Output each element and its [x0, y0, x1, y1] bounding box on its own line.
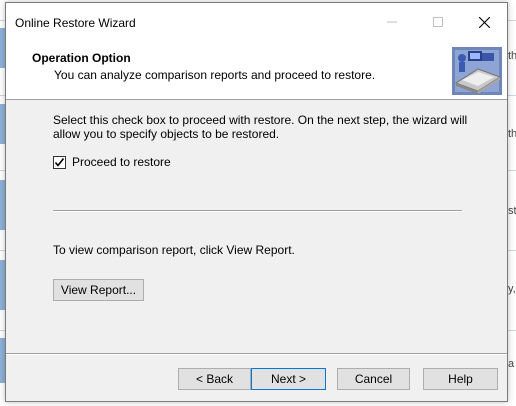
wizard-restore-icon	[452, 47, 502, 95]
online-restore-wizard-dialog: Online Restore Wizard Operation Option Y…	[5, 2, 508, 402]
window-title: Online Restore Wizard	[15, 16, 136, 30]
maximize-icon	[433, 17, 443, 27]
close-button[interactable]	[461, 3, 507, 41]
background-text: y,	[508, 283, 516, 295]
minimize-button[interactable]	[369, 3, 415, 41]
page-title: Operation Option	[32, 51, 131, 65]
proceed-to-restore-checkbox[interactable]	[53, 155, 66, 169]
section-divider	[53, 210, 462, 212]
close-icon	[478, 16, 490, 28]
maximize-button[interactable]	[415, 3, 461, 41]
cancel-button[interactable]: Cancel	[337, 368, 410, 390]
checkmark-icon	[54, 157, 65, 167]
background-text: th	[508, 50, 516, 62]
help-button[interactable]: Help	[423, 368, 498, 390]
footer-divider	[6, 353, 507, 355]
back-button[interactable]: < Back	[178, 368, 251, 390]
background-text: a	[508, 358, 515, 370]
title-bar[interactable]: Online Restore Wizard	[6, 3, 507, 41]
proceed-to-restore-option[interactable]: Proceed to restore	[53, 155, 171, 169]
background-text: th	[508, 128, 516, 140]
minimize-icon	[387, 21, 397, 23]
proceed-description: Select this check box to proceed with re…	[53, 113, 468, 141]
page-subtitle: You can analyze comparison reports and p…	[54, 68, 376, 82]
view-report-button[interactable]: View Report...	[53, 279, 144, 301]
next-button[interactable]: Next >	[251, 368, 326, 390]
background-text: st	[508, 205, 516, 217]
proceed-to-restore-label[interactable]: Proceed to restore	[72, 155, 171, 169]
view-report-instruction: To view comparison report, click View Re…	[53, 243, 295, 257]
wizard-header: Operation Option You can analyze compari…	[6, 41, 507, 100]
